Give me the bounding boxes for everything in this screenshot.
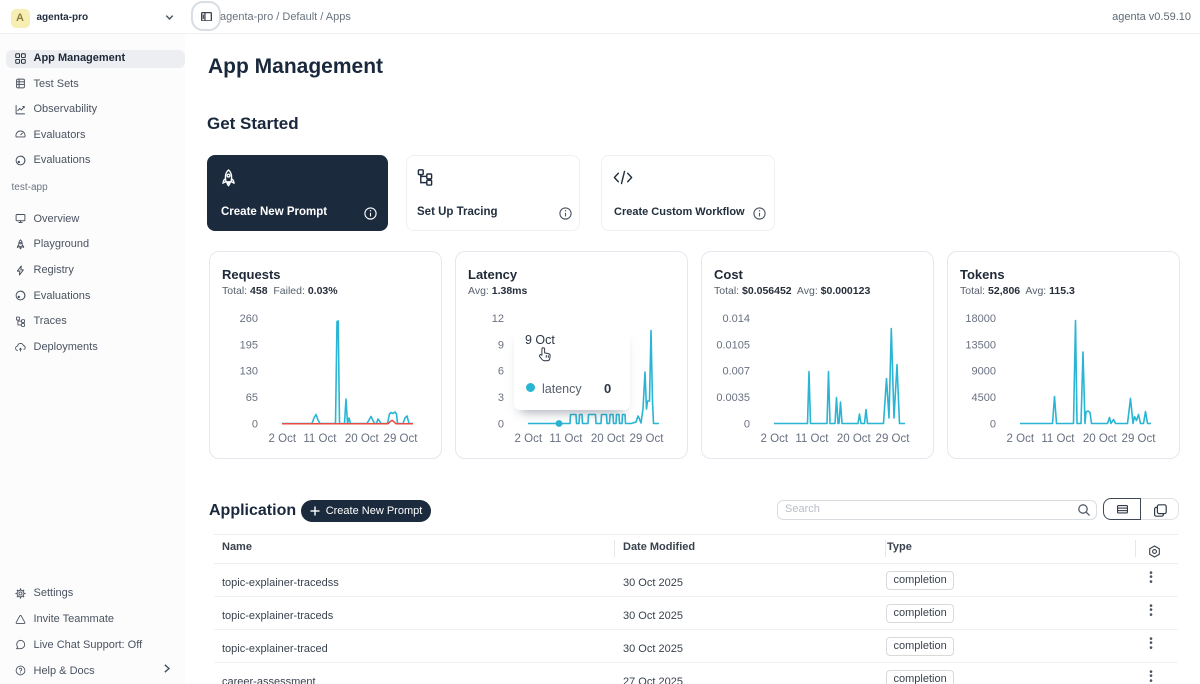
svg-text:29 Oct: 29 Oct — [1121, 433, 1156, 445]
svg-text:260: 260 — [239, 313, 257, 325]
svg-text:9: 9 — [497, 339, 503, 351]
svg-text:11 Oct: 11 Oct — [549, 433, 583, 445]
svg-text:3: 3 — [497, 392, 503, 404]
svg-text:0.007: 0.007 — [722, 366, 750, 378]
svg-text:0: 0 — [989, 418, 995, 430]
svg-text:6: 6 — [497, 366, 503, 378]
svg-text:11 Oct: 11 Oct — [795, 433, 829, 445]
svg-text:0.014: 0.014 — [722, 313, 750, 325]
svg-text:11 Oct: 11 Oct — [1041, 433, 1075, 445]
svg-text:13500: 13500 — [965, 339, 996, 351]
svg-text:0.0105: 0.0105 — [716, 339, 750, 351]
svg-text:2 Oct: 2 Oct — [1006, 433, 1034, 445]
svg-text:0: 0 — [743, 418, 749, 430]
svg-text:29 Oct: 29 Oct — [629, 433, 664, 445]
svg-text:20 Oct: 20 Oct — [590, 433, 625, 445]
svg-text:20 Oct: 20 Oct — [1082, 433, 1117, 445]
svg-text:65: 65 — [245, 392, 257, 404]
svg-text:20 Oct: 20 Oct — [836, 433, 871, 445]
svg-text:2 Oct: 2 Oct — [760, 433, 788, 445]
svg-text:2 Oct: 2 Oct — [514, 433, 542, 445]
svg-text:18000: 18000 — [965, 313, 996, 325]
svg-text:20 Oct: 20 Oct — [344, 433, 379, 445]
svg-text:9000: 9000 — [971, 366, 995, 378]
svg-text:29 Oct: 29 Oct — [875, 433, 910, 445]
svg-text:29 Oct: 29 Oct — [383, 433, 418, 445]
svg-text:0: 0 — [497, 418, 503, 430]
svg-text:0: 0 — [251, 418, 257, 430]
svg-text:0.0035: 0.0035 — [716, 392, 750, 404]
svg-text:2 Oct: 2 Oct — [268, 433, 296, 445]
svg-text:130: 130 — [239, 366, 257, 378]
svg-text:12: 12 — [491, 313, 503, 325]
svg-text:195: 195 — [239, 339, 257, 351]
svg-text:11 Oct: 11 Oct — [303, 433, 337, 445]
svg-text:4500: 4500 — [971, 392, 995, 404]
